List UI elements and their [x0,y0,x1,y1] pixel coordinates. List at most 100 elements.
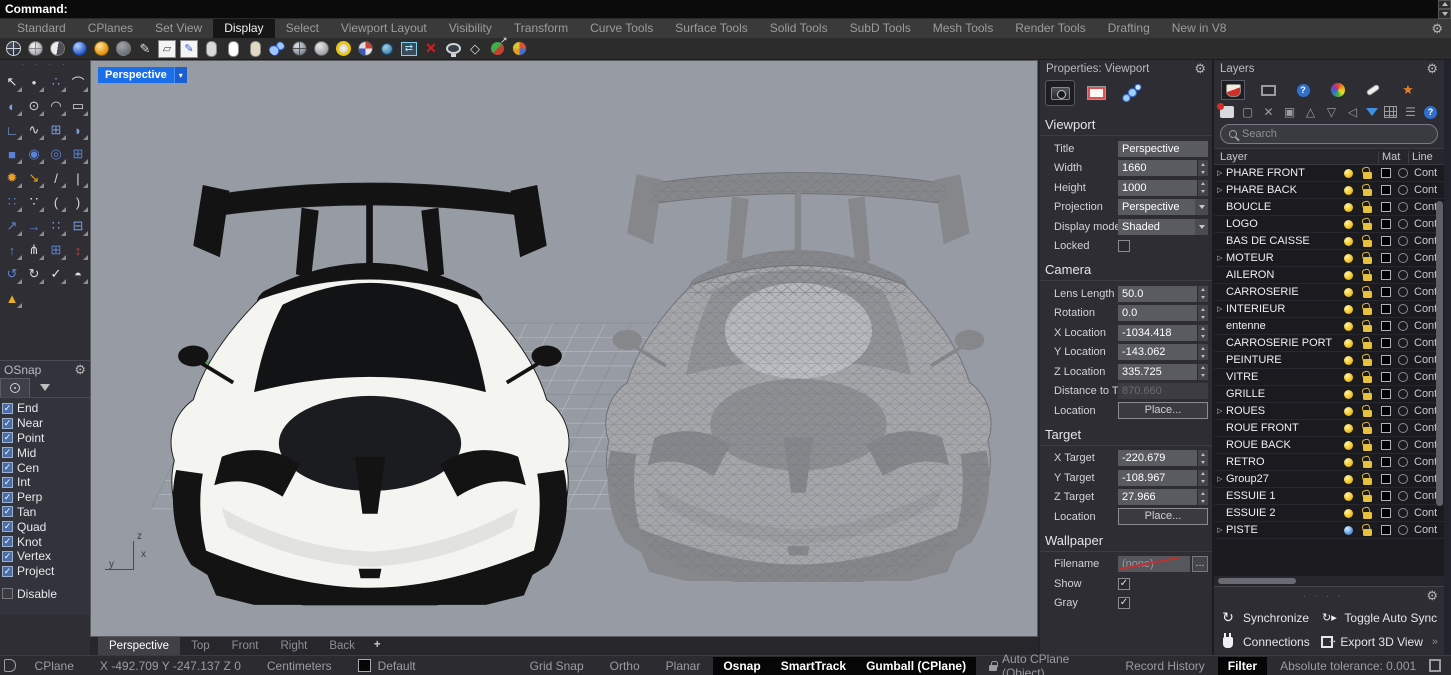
osnap-option-point[interactable]: ✓Point [2,431,90,446]
layer-color-swatch[interactable] [1381,406,1391,416]
material-circle-icon[interactable] [1398,236,1408,246]
layer-column-headers[interactable]: Layer Mat Line [1214,148,1444,165]
explode-tool[interactable]: ✹ [1,166,23,190]
material-circle-icon[interactable] [1398,457,1408,467]
pen-display-icon[interactable]: ✎ [178,38,200,59]
layer-row-bas-de-caisse[interactable]: BAS DE CAISSECont [1214,233,1444,250]
layer-row-roues[interactable]: ▷ROUESCont [1214,403,1444,420]
semitransparent-viewport-icon[interactable] [46,38,68,59]
status-absolute-tolerance-0-001[interactable]: Absolute tolerance: 0.001 [1267,659,1429,673]
width-spinner[interactable] [1197,160,1208,176]
points-on-tool[interactable]: ∷ [1,190,23,214]
visibility-bulb-icon[interactable] [1344,322,1353,331]
layers-vertical-scrollbar[interactable] [1436,201,1443,506]
unlocked-padlock-icon[interactable] [1362,235,1373,248]
viewport-tab-right[interactable]: Right [269,637,318,655]
checkbox-knot[interactable]: ✓ [2,536,13,547]
rotation-field[interactable]: 0.0 [1118,305,1197,321]
layer-row-peinture[interactable]: PEINTURECont [1214,352,1444,369]
display-options-icon[interactable] [266,38,288,59]
cone-gold-tool[interactable]: ▲ [1,286,23,310]
visibility-bulb-icon[interactable] [1344,203,1353,212]
artistic-viewport-icon[interactable]: ✎ [134,38,156,59]
layer-row-group27[interactable]: ▷Group27Cont [1214,471,1444,488]
visibility-bulb-icon[interactable] [1344,390,1353,399]
layer-row-carroserie[interactable]: CARROSERIECont [1214,284,1444,301]
checkbox-int[interactable]: ✓ [2,477,13,488]
spheres-tool[interactable]: ◉ [23,142,45,166]
new-viewport-tab-button[interactable]: + [366,637,389,655]
visibility-bulb-icon[interactable] [1344,492,1353,501]
twist-tool[interactable]: ↻ [23,262,45,286]
rendered-viewport-icon[interactable] [68,38,90,59]
move-tool[interactable]: ↗ [1,214,23,238]
osnap-option-int[interactable]: ✓Int [2,475,90,490]
rotation-spinner[interactable] [1197,305,1208,321]
arc-tool[interactable]: ◠ [45,94,67,118]
mesh-box-tool[interactable]: ⊞ [67,142,89,166]
width-field[interactable]: 1660 [1118,160,1197,176]
synchronize-button[interactable]: ↻Synchronize [1220,609,1321,626]
column-linetype[interactable]: Line [1408,151,1438,163]
z-location-spinner[interactable] [1197,364,1208,380]
browse-button[interactable]: ... [1192,556,1208,572]
menu-tab-mesh-tools[interactable]: Mesh Tools [922,19,1004,38]
layer-color-swatch[interactable] [1381,185,1391,195]
raytraced-viewport-icon[interactable] [90,38,112,59]
visibility-bulb-icon[interactable] [1344,271,1353,280]
material-circle-icon[interactable] [1398,202,1408,212]
split-tool[interactable]: | [67,166,89,190]
y-location-spinner[interactable] [1197,344,1208,360]
menu-tab-drafting[interactable]: Drafting [1097,19,1161,38]
checkbox-point[interactable]: ✓ [2,432,13,443]
layer-row-grille[interactable]: GRILLECont [1214,386,1444,403]
layer-row-roue-back[interactable]: ROUE BACKCont [1214,437,1444,454]
visibility-bulb-icon[interactable] [1344,441,1353,450]
layer-row-piste[interactable]: ▷PISTECont [1214,522,1444,539]
osnap-option-vertex[interactable]: ✓Vertex [2,549,90,564]
layer-row-aileron[interactable]: AILERONCont [1214,267,1444,284]
layer-search-box[interactable] [1220,124,1438,144]
unlocked-padlock-icon[interactable] [1362,337,1373,350]
y-target-spinner[interactable] [1197,470,1208,486]
show-checkbox[interactable]: ✓ [1118,578,1130,590]
visibility-bulb-icon[interactable] [1344,509,1353,518]
expand-caret-icon[interactable]: ▷ [1217,305,1226,313]
snapshots-tab[interactable]: ★ [1397,81,1419,99]
unlocked-padlock-icon[interactable] [1362,473,1373,486]
wireframe-viewport-icon[interactable] [2,38,24,59]
material-circle-icon[interactable] [1398,321,1408,331]
layers-horizontal-scrollbar[interactable] [1214,576,1444,586]
points-off-tool[interactable]: ∵ [23,190,45,214]
osnap-option-perp[interactable]: ✓Perp [2,490,90,505]
material-circle-icon[interactable] [1398,219,1408,229]
viewport-menu-dropdown[interactable]: ▾ [174,67,187,83]
visibility-bulb-icon[interactable] [1344,339,1353,348]
highlight-ring-icon[interactable] [332,38,354,59]
checkbox-end[interactable]: ✓ [2,403,13,414]
linetype-value[interactable]: Cont [1414,524,1440,536]
layer-color-swatch[interactable] [1381,270,1391,280]
point-tool[interactable]: • [23,70,45,94]
bezier-curve-tool[interactable]: ⌒ [67,70,89,94]
polyline-tool[interactable]: ∟ [1,118,23,142]
layer-row-essuie-2[interactable]: ESSUIE 2Cont [1214,505,1444,522]
lens-length-mr-field[interactable]: 50.0 [1118,286,1197,302]
material-circle-icon[interactable] [1398,168,1408,178]
layer-color-swatch[interactable] [1381,236,1391,246]
cylinder-tool[interactable]: ◎ [45,142,67,166]
connections-button[interactable]: Connections [1220,635,1321,649]
location-place-button[interactable]: Place... [1118,508,1208,525]
extrude-tool[interactable]: ↑ [1,238,23,262]
unlocked-padlock-icon[interactable] [1362,371,1373,384]
z-target-field[interactable]: 27.966 [1118,489,1197,505]
duplicate-layer-button[interactable]: ▣ [1282,105,1297,119]
visibility-bulb-icon[interactable] [1344,526,1353,535]
menu-tab-curve-tools[interactable]: Curve Tools [579,19,664,38]
display-tab[interactable] [1257,81,1279,99]
column-layer[interactable]: Layer [1220,151,1378,163]
analysis-sphere-icon[interactable] [354,38,376,59]
status-gumball-cplane[interactable]: Gumball (CPlane) [856,657,976,675]
command-bar[interactable]: Command: [0,0,1451,19]
menu-tab-set-view[interactable]: Set View [144,19,213,38]
